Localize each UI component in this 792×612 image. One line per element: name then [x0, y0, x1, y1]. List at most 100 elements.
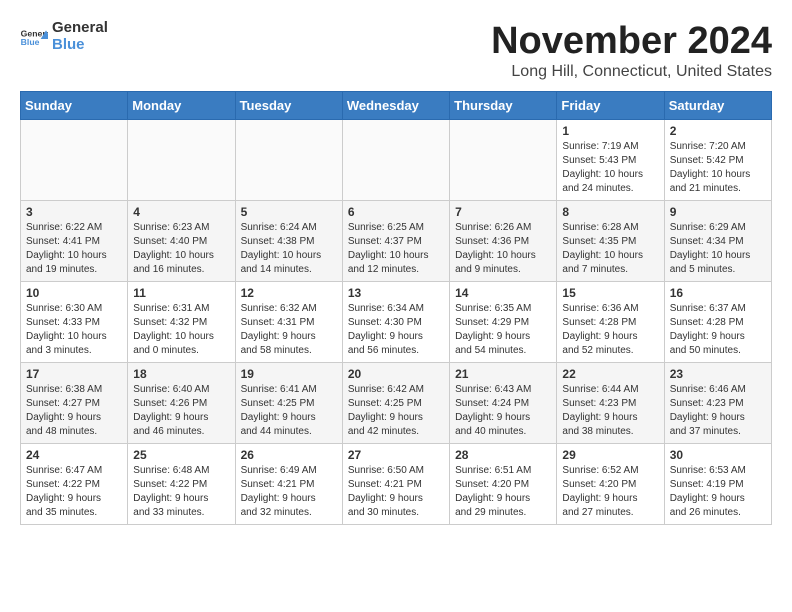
day-number: 23 [670, 367, 766, 381]
day-detail: Sunrise: 6:36 AM Sunset: 4:28 PM Dayligh… [562, 302, 658, 358]
calendar-cell [21, 120, 128, 201]
calendar-cell: 8 Sunrise: 6:28 AM Sunset: 4:35 PM Daylig… [557, 201, 664, 282]
day-detail: Sunrise: 6:26 AM Sunset: 4:36 PM Dayligh… [455, 221, 551, 277]
location-title: Long Hill, Connecticut, United States [491, 63, 772, 81]
logo-blue-text: Blue [52, 37, 108, 54]
month-title: November 2024 [491, 20, 772, 63]
day-number: 26 [241, 448, 337, 462]
title-area: November 2024 Long Hill, Connecticut, Un… [491, 20, 772, 81]
calendar-cell: 29Sunrise: 6:52 AM Sunset: 4:20 PM Dayli… [557, 444, 664, 525]
calendar-week-2: 3 Sunrise: 6:22 AM Sunset: 4:41 PM Daylig… [21, 201, 772, 282]
calendar-cell: 19 Sunrise: 6:41 AM Sunset: 4:25 PM Dayli… [235, 363, 342, 444]
day-number: 22 [562, 367, 658, 381]
day-detail: Sunrise: 6:53 AM Sunset: 4:19 PM Dayligh… [670, 464, 766, 520]
day-detail: Sunrise: 6:31 AM Sunset: 4:32 PM Dayligh… [133, 302, 229, 358]
day-number: 13 [348, 286, 444, 300]
day-number: 5 [241, 205, 337, 219]
day-number: 24 [26, 448, 122, 462]
day-detail: Sunrise: 6:42 AM Sunset: 4:25 PM Dayligh… [348, 383, 444, 439]
calendar-cell: 23 Sunrise: 6:46 AM Sunset: 4:23 PM Dayli… [664, 363, 771, 444]
weekday-header-friday: Friday [557, 92, 664, 120]
calendar-cell: 16Sunrise: 6:37 AM Sunset: 4:28 PM Dayli… [664, 282, 771, 363]
calendar-cell: 18 Sunrise: 6:40 AM Sunset: 4:26 PM Dayli… [128, 363, 235, 444]
day-detail: Sunrise: 6:38 AM Sunset: 4:27 PM Dayligh… [26, 383, 122, 439]
calendar-cell: 5 Sunrise: 6:24 AM Sunset: 4:38 PM Daylig… [235, 201, 342, 282]
day-detail: Sunrise: 6:25 AM Sunset: 4:37 PM Dayligh… [348, 221, 444, 277]
day-number: 21 [455, 367, 551, 381]
page-header: General Blue General Blue November 2024 … [20, 20, 772, 81]
calendar-cell: 22 Sunrise: 6:44 AM Sunset: 4:23 PM Dayli… [557, 363, 664, 444]
day-detail: Sunrise: 6:44 AM Sunset: 4:23 PM Dayligh… [562, 383, 658, 439]
calendar-week-3: 10Sunrise: 6:30 AM Sunset: 4:33 PM Dayli… [21, 282, 772, 363]
calendar-header: SundayMondayTuesdayWednesdayThursdayFrid… [21, 92, 772, 120]
calendar-week-5: 24 Sunrise: 6:47 AM Sunset: 4:22 PM Dayli… [21, 444, 772, 525]
calendar-cell: 11 Sunrise: 6:31 AM Sunset: 4:32 PM Dayli… [128, 282, 235, 363]
calendar-cell [128, 120, 235, 201]
calendar-cell [342, 120, 449, 201]
calendar-cell: 15 Sunrise: 6:36 AM Sunset: 4:28 PM Dayli… [557, 282, 664, 363]
calendar-cell [450, 120, 557, 201]
calendar-cell: 20Sunrise: 6:42 AM Sunset: 4:25 PM Dayli… [342, 363, 449, 444]
day-detail: Sunrise: 7:20 AM Sunset: 5:42 PM Dayligh… [670, 140, 766, 196]
calendar-cell: 9 Sunrise: 6:29 AM Sunset: 4:34 PM Daylig… [664, 201, 771, 282]
calendar-cell: 12 Sunrise: 6:32 AM Sunset: 4:31 PM Dayli… [235, 282, 342, 363]
calendar-cell: 26 Sunrise: 6:49 AM Sunset: 4:21 PM Dayli… [235, 444, 342, 525]
day-detail: Sunrise: 6:43 AM Sunset: 4:24 PM Dayligh… [455, 383, 551, 439]
calendar-cell: 27Sunrise: 6:50 AM Sunset: 4:21 PM Dayli… [342, 444, 449, 525]
day-number: 3 [26, 205, 122, 219]
weekday-header-tuesday: Tuesday [235, 92, 342, 120]
day-number: 17 [26, 367, 122, 381]
calendar-cell: 2Sunrise: 7:20 AM Sunset: 5:42 PM Daylig… [664, 120, 771, 201]
calendar-cell: 1Sunrise: 7:19 AM Sunset: 5:43 PM Daylig… [557, 120, 664, 201]
weekday-header-thursday: Thursday [450, 92, 557, 120]
calendar-cell: 4 Sunrise: 6:23 AM Sunset: 4:40 PM Daylig… [128, 201, 235, 282]
day-detail: Sunrise: 6:22 AM Sunset: 4:41 PM Dayligh… [26, 221, 122, 277]
day-detail: Sunrise: 7:19 AM Sunset: 5:43 PM Dayligh… [562, 140, 658, 196]
day-detail: Sunrise: 6:48 AM Sunset: 4:22 PM Dayligh… [133, 464, 229, 520]
calendar-week-1: 1Sunrise: 7:19 AM Sunset: 5:43 PM Daylig… [21, 120, 772, 201]
day-number: 11 [133, 286, 229, 300]
day-number: 9 [670, 205, 766, 219]
day-detail: Sunrise: 6:28 AM Sunset: 4:35 PM Dayligh… [562, 221, 658, 277]
calendar-cell: 28Sunrise: 6:51 AM Sunset: 4:20 PM Dayli… [450, 444, 557, 525]
day-detail: Sunrise: 6:29 AM Sunset: 4:34 PM Dayligh… [670, 221, 766, 277]
day-detail: Sunrise: 6:49 AM Sunset: 4:21 PM Dayligh… [241, 464, 337, 520]
calendar-cell: 3 Sunrise: 6:22 AM Sunset: 4:41 PM Daylig… [21, 201, 128, 282]
day-number: 4 [133, 205, 229, 219]
logo-icon: General Blue [20, 27, 48, 47]
weekday-header-row: SundayMondayTuesdayWednesdayThursdayFrid… [21, 92, 772, 120]
calendar-cell: 14Sunrise: 6:35 AM Sunset: 4:29 PM Dayli… [450, 282, 557, 363]
day-number: 18 [133, 367, 229, 381]
day-number: 25 [133, 448, 229, 462]
weekday-header-wednesday: Wednesday [342, 92, 449, 120]
day-detail: Sunrise: 6:24 AM Sunset: 4:38 PM Dayligh… [241, 221, 337, 277]
calendar-cell: 6Sunrise: 6:25 AM Sunset: 4:37 PM Daylig… [342, 201, 449, 282]
day-detail: Sunrise: 6:32 AM Sunset: 4:31 PM Dayligh… [241, 302, 337, 358]
day-number: 12 [241, 286, 337, 300]
calendar-week-4: 17 Sunrise: 6:38 AM Sunset: 4:27 PM Dayli… [21, 363, 772, 444]
day-detail: Sunrise: 6:34 AM Sunset: 4:30 PM Dayligh… [348, 302, 444, 358]
day-detail: Sunrise: 6:52 AM Sunset: 4:20 PM Dayligh… [562, 464, 658, 520]
day-detail: Sunrise: 6:41 AM Sunset: 4:25 PM Dayligh… [241, 383, 337, 439]
logo-general-text: General [52, 20, 108, 37]
calendar-cell: 13 Sunrise: 6:34 AM Sunset: 4:30 PM Dayli… [342, 282, 449, 363]
day-detail: Sunrise: 6:23 AM Sunset: 4:40 PM Dayligh… [133, 221, 229, 277]
calendar-cell: 24 Sunrise: 6:47 AM Sunset: 4:22 PM Dayli… [21, 444, 128, 525]
svg-text:Blue: Blue [21, 37, 40, 47]
day-number: 14 [455, 286, 551, 300]
day-detail: Sunrise: 6:47 AM Sunset: 4:22 PM Dayligh… [26, 464, 122, 520]
day-number: 15 [562, 286, 658, 300]
day-number: 8 [562, 205, 658, 219]
calendar-cell: 17 Sunrise: 6:38 AM Sunset: 4:27 PM Dayli… [21, 363, 128, 444]
day-number: 27 [348, 448, 444, 462]
day-number: 16 [670, 286, 766, 300]
calendar-cell: 21 Sunrise: 6:43 AM Sunset: 4:24 PM Dayli… [450, 363, 557, 444]
day-number: 19 [241, 367, 337, 381]
logo: General Blue General Blue [20, 20, 108, 53]
day-detail: Sunrise: 6:40 AM Sunset: 4:26 PM Dayligh… [133, 383, 229, 439]
day-number: 28 [455, 448, 551, 462]
weekday-header-saturday: Saturday [664, 92, 771, 120]
calendar-body: 1Sunrise: 7:19 AM Sunset: 5:43 PM Daylig… [21, 120, 772, 525]
weekday-header-monday: Monday [128, 92, 235, 120]
day-detail: Sunrise: 6:46 AM Sunset: 4:23 PM Dayligh… [670, 383, 766, 439]
